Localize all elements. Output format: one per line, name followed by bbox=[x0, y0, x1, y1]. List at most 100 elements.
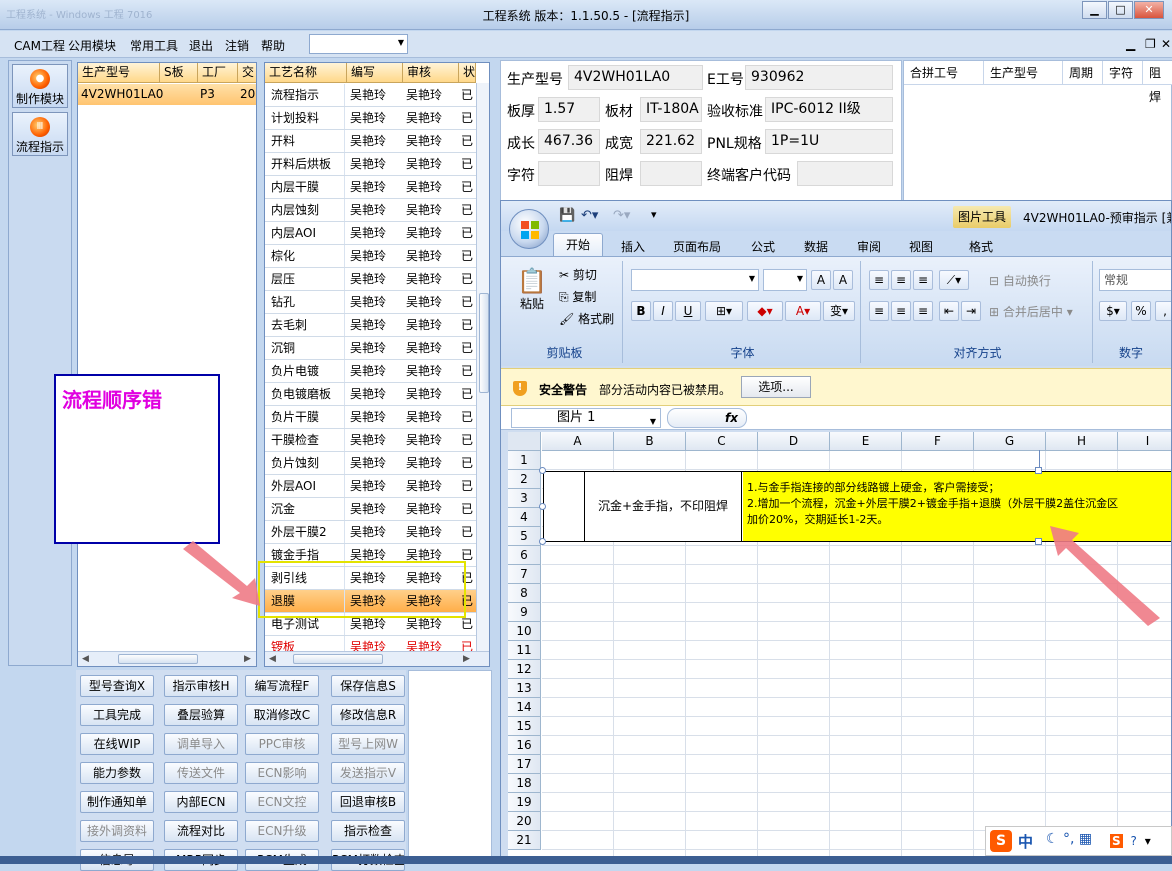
align-center-icon[interactable]: ≡ bbox=[891, 301, 911, 321]
action-button[interactable]: 制作通知单 bbox=[80, 791, 154, 813]
number-format-box[interactable]: 常规 bbox=[1099, 269, 1171, 291]
row-header[interactable]: 8 bbox=[508, 584, 541, 603]
row-header[interactable]: 13 bbox=[508, 679, 541, 698]
col-header-merge-model[interactable]: 生产型号 bbox=[984, 61, 1063, 85]
column-header[interactable]: A bbox=[542, 432, 614, 451]
decrease-indent-icon[interactable]: ⇤ bbox=[939, 301, 959, 321]
italic-icon[interactable]: I bbox=[653, 301, 673, 321]
nav-production-module[interactable]: ● 制作模块 bbox=[12, 64, 68, 108]
row-header[interactable]: 16 bbox=[508, 736, 541, 755]
row-header[interactable]: 4 bbox=[508, 508, 541, 527]
row-header[interactable]: 2 bbox=[508, 470, 541, 489]
close-button[interactable]: ✕ bbox=[1134, 1, 1164, 19]
col-header-delivery[interactable]: 交 bbox=[238, 63, 256, 83]
table-row[interactable]: 开料 吴艳玲 吴艳玲已 bbox=[265, 130, 476, 153]
action-button[interactable]: 编写流程F bbox=[245, 675, 319, 697]
field-material[interactable]: IT-180A bbox=[640, 97, 702, 122]
sogou-tray-icon[interactable]: S bbox=[1110, 834, 1123, 848]
field-length[interactable]: 467.36 bbox=[538, 129, 600, 154]
field-width[interactable]: 221.62 bbox=[640, 129, 702, 154]
action-button[interactable]: 流程对比 bbox=[164, 820, 238, 842]
align-top-icon[interactable]: ≡ bbox=[869, 270, 889, 290]
scroll-thumb[interactable] bbox=[293, 654, 383, 664]
row-header[interactable]: 10 bbox=[508, 622, 541, 641]
menu-help[interactable]: 帮助 bbox=[261, 37, 285, 54]
cut-button[interactable]: ✂ 剪切 bbox=[559, 266, 597, 283]
font-color-icon[interactable]: A▾ bbox=[785, 301, 821, 321]
currency-icon[interactable]: $▾ bbox=[1099, 301, 1127, 321]
qat-customize-icon[interactable]: ▾ bbox=[651, 208, 657, 221]
scroll-right-icon[interactable]: ▶ bbox=[244, 654, 251, 664]
scroll-left-icon[interactable]: ◀ bbox=[82, 654, 89, 664]
menu-combo[interactable]: ▼ bbox=[309, 34, 408, 54]
ime-symbols-icon[interactable]: ☾ °, ▦ bbox=[1046, 831, 1092, 847]
underline-icon[interactable]: U bbox=[675, 301, 701, 321]
column-header[interactable]: F bbox=[902, 432, 974, 451]
grid1-hscroll[interactable]: ◀ ▶ bbox=[78, 651, 256, 666]
menu-cam[interactable]: CAM工程 bbox=[14, 37, 65, 54]
action-button[interactable]: 传送文件 bbox=[164, 762, 238, 784]
column-header[interactable]: B bbox=[614, 432, 686, 451]
table-row[interactable]: 负片干膜 吴艳玲 吴艳玲已 bbox=[265, 406, 476, 429]
scroll-left-icon[interactable]: ◀ bbox=[269, 654, 276, 664]
table-row[interactable]: 沉金 吴艳玲 吴艳玲已 bbox=[265, 498, 476, 521]
action-button[interactable]: ECN升级 bbox=[245, 820, 319, 842]
table-row[interactable]: 内层蚀刻 吴艳玲 吴艳玲已 bbox=[265, 199, 476, 222]
tab-formulas[interactable]: 公式 bbox=[751, 238, 775, 255]
tab-home[interactable]: 开始 bbox=[553, 233, 603, 257]
col-header-s-board[interactable]: S板 bbox=[160, 63, 198, 83]
tray-chevron-icon[interactable]: ▾ bbox=[1145, 834, 1151, 848]
table-row[interactable]: 计划投料 吴艳玲 吴艳玲已 bbox=[265, 107, 476, 130]
nav-flow-instruction[interactable]: Ⅲ 流程指示 bbox=[12, 112, 68, 156]
font-name-box[interactable]: ▼ bbox=[631, 269, 759, 291]
fill-color-icon[interactable]: ◆▾ bbox=[747, 301, 783, 321]
align-middle-icon[interactable]: ≡ bbox=[891, 270, 911, 290]
field-thickness[interactable]: 1.57 bbox=[538, 97, 600, 122]
column-header[interactable]: G bbox=[974, 432, 1046, 451]
field-standard[interactable]: IPC-6012 II级 bbox=[765, 97, 893, 122]
grow-font-icon[interactable]: A bbox=[811, 270, 831, 290]
maximize-button[interactable]: □ bbox=[1108, 1, 1133, 19]
resize-handle[interactable] bbox=[1035, 467, 1042, 474]
column-header[interactable]: D bbox=[758, 432, 830, 451]
paste-button[interactable]: 📋 粘贴 bbox=[515, 267, 549, 331]
row-header[interactable]: 7 bbox=[508, 565, 541, 584]
table-row[interactable]: 负片电镀 吴艳玲 吴艳玲已 bbox=[265, 360, 476, 383]
field-solder-mask[interactable] bbox=[640, 161, 702, 186]
format-painter-button[interactable]: 🖌 格式刷 bbox=[559, 310, 614, 327]
copy-button[interactable]: ⎘ 复制 bbox=[559, 288, 596, 305]
col-header-process[interactable]: 工艺名称 bbox=[265, 63, 347, 83]
table-row[interactable]: 外层AOI 吴艳玲 吴艳玲 已 bbox=[265, 475, 476, 498]
security-options-button[interactable]: 选项... bbox=[741, 376, 811, 398]
action-button[interactable]: 在线WIP bbox=[80, 733, 154, 755]
table-row[interactable]: 内层AOI 吴艳玲 吴艳玲 已 bbox=[265, 222, 476, 245]
merge-center-button[interactable]: ⊞ 合并后居中 ▾ bbox=[989, 303, 1073, 320]
tab-insert[interactable]: 插入 bbox=[621, 238, 645, 255]
align-left-icon[interactable]: ≡ bbox=[869, 301, 889, 321]
wrap-text-button[interactable]: ⊟ 自动换行 bbox=[989, 272, 1051, 289]
col-header-reviewer[interactable]: 审核 bbox=[403, 63, 459, 83]
tab-page-layout[interactable]: 页面布局 bbox=[673, 238, 721, 255]
align-bottom-icon[interactable]: ≡ bbox=[913, 270, 933, 290]
col-header-merge-char[interactable]: 字符 bbox=[1103, 61, 1143, 85]
action-button[interactable]: 指示审核H bbox=[164, 675, 238, 697]
resize-handle[interactable] bbox=[539, 538, 546, 545]
office-button[interactable] bbox=[509, 209, 549, 249]
action-button[interactable]: 调单导入 bbox=[164, 733, 238, 755]
col-header-status[interactable]: 状 bbox=[459, 63, 476, 83]
field-character[interactable] bbox=[538, 161, 600, 186]
table-row[interactable]: 内层干膜 吴艳玲 吴艳玲已 bbox=[265, 176, 476, 199]
resize-handle[interactable] bbox=[539, 503, 546, 510]
comma-icon[interactable]: , bbox=[1155, 301, 1171, 321]
percent-icon[interactable]: % bbox=[1131, 301, 1151, 321]
col-header-merge-no[interactable]: 合拼工号 bbox=[904, 61, 984, 85]
field-model[interactable]: 4V2WH01LA0 bbox=[568, 65, 703, 90]
resize-handle[interactable] bbox=[1035, 538, 1042, 545]
menu-tools[interactable]: 常用工具 bbox=[130, 37, 178, 54]
col-header-author[interactable]: 编写 bbox=[347, 63, 403, 83]
field-eno[interactable]: 930962 bbox=[745, 65, 893, 90]
row-header[interactable]: 5 bbox=[508, 527, 541, 546]
tab-data[interactable]: 数据 bbox=[804, 238, 828, 255]
table-row[interactable]: 外层干膜2 吴艳玲 吴艳玲 已 bbox=[265, 521, 476, 544]
resize-handle[interactable] bbox=[539, 467, 546, 474]
